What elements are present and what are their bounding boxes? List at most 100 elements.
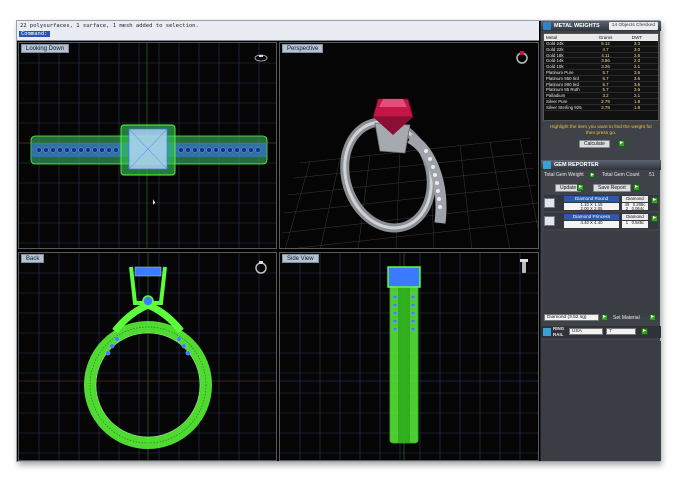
ring-region-select[interactable]: USA [569,328,603,335]
metal-grams: 5.7 [602,69,609,75]
command-history: 22 polysurfaces, 1 surface, 1 mesh added… [20,23,199,29]
gem-row[interactable]: Diamond Princess 4.40 X 4.40 Diamond 1 0… [544,213,658,229]
total-gem-weight-label: Total Gem Weight [544,172,584,178]
top-view-canvas[interactable] [19,43,277,249]
ring-render [340,98,447,233]
metal-hint-text: Highlight the item you want to find the … [549,125,653,136]
ring-icon [543,328,551,336]
command-prompt[interactable]: Command: [19,31,50,37]
metal-weights-header[interactable]: METAL WEIGHTS 14 Objects Checked [541,21,661,31]
metal-table-body: Gold 24k 5.12 3.3 Gold 22k 4.7 3.0 Gold 18k 4.1… [544,41,658,111]
viewport-title-back[interactable]: Back [21,254,45,263]
metal-grams: 4.11 [601,52,610,58]
metal-dwt: 3.6 [633,69,641,75]
total-weight-go[interactable] [589,171,595,178]
calculate-go-button[interactable] [618,139,625,147]
viewport-title-side[interactable]: Side View [282,254,319,263]
scale-icon [543,22,551,30]
gem-go-button[interactable] [651,214,658,222]
ring-top-wireframe [30,124,268,176]
total-gem-count-label: Total Gem Count [602,172,640,178]
save-report-go-button[interactable] [633,183,640,191]
gem-thumbnail-princess [544,216,555,226]
viewport-title-perspective[interactable]: Perspective [282,44,324,53]
view-icon-perspective [516,51,528,64]
material-select-go[interactable] [601,313,608,321]
update-go-button[interactable] [577,183,584,191]
gem-row[interactable]: Diamond Round 1.10 X 1.15 2.00 X 2.05 Di… [544,195,658,211]
set-material-button[interactable] [649,313,656,321]
ring-size-select[interactable]: 7 [606,328,636,335]
metal-name: Gold 14k [546,58,564,64]
metal-grams: 5.7 [602,81,609,87]
metal-name: Platinum 950 Iird [546,75,579,81]
metal-grams: 2.78 [601,104,610,110]
viewport-title-top[interactable]: Looking Down [21,44,70,53]
gem-size: 4.40 X 4.40 [564,220,619,228]
metal-name: Palladium [546,93,566,99]
view-icon-top [254,54,268,62]
metal-dwt: 3.3 [633,41,641,46]
metal-grams: 5.12 [601,41,610,46]
metal-weights-table[interactable]: Metal Grams DWT Gold 24k 5.12 3.3 Gold 22k 4… [543,33,659,121]
calculate-button[interactable]: Calculate [579,140,610,148]
gem-thumbnail-round [544,198,555,208]
metal-row[interactable]: Silver Sterling 925 2.78 1.8 [544,105,658,111]
metal-grams: 3.56 [601,58,610,64]
perspective-grid [281,137,538,248]
col-metal: Metal [546,35,558,40]
gem-qty: 1 0.545c [622,220,648,228]
back-view-canvas[interactable] [19,253,277,461]
metal-grams: 5.7 [602,87,609,93]
metal-name: Platinum 95 Ruth [546,87,580,93]
metal-dwt: 2.1 [633,64,641,70]
metal-name: Platinum Pure [546,69,574,75]
rail-label: RAIL [553,332,564,337]
metal-dwt: 3.6 [633,75,641,81]
metal-dwt: 2.3 [633,58,641,64]
metal-table-header: Metal Grams DWT [544,34,658,41]
viewport-perspective[interactable]: Perspective [279,42,539,249]
side-view-canvas[interactable] [280,253,539,461]
col-grams: Grams [598,35,613,40]
ring-side-wireframe [387,266,421,444]
total-gem-count-value: 51 [649,172,655,178]
metal-grams: 2.79 [601,98,610,104]
col-dwt: DWT [631,35,643,40]
ring-label: RING [553,326,565,331]
viewport-top[interactable]: Looking Down [18,42,277,249]
view-icon-back [255,261,267,274]
material-select[interactable]: Diamond (3.52 sg) [544,314,599,321]
metal-grams: 3.2 [602,93,609,99]
objects-checked-badge: 14 Objects Checked [608,22,658,30]
metal-dwt: 1.8 [633,98,641,104]
command-area: 22 polysurfaces, 1 surface, 1 mesh added… [17,21,539,41]
metal-grams: 4.7 [602,46,609,52]
metal-name: Silver Pure [546,98,568,104]
metal-dwt: 3.6 [633,81,641,87]
metal-name: Silver Sterling 925 [546,104,582,110]
metal-name: Gold 18k [546,52,564,58]
side-panel: METAL WEIGHTS 14 Objects Checked Metal G… [540,21,661,461]
gem-size: 1.10 X 1.15 2.00 X 2.05 [564,202,619,210]
ring-size-bar: RING RAIL USA 7 [541,326,661,338]
ring-size-go[interactable] [641,327,648,335]
cad-window: 22 polysurfaces, 1 surface, 1 mesh added… [16,20,661,462]
gem-icon [543,161,551,169]
cursor-icon [152,199,158,207]
perspective-view-canvas[interactable] [280,43,539,249]
gem-go-button[interactable] [651,196,658,204]
metal-dwt: 1.8 [633,104,641,110]
metal-dwt: 2.1 [633,93,641,99]
save-report-button[interactable]: Save Report [593,184,631,192]
metal-name: Platinum 900 Iird [546,81,579,87]
gem-list-area[interactable] [543,231,659,317]
view-icon-side [520,259,528,273]
metal-grams: 3.26 [601,64,610,70]
metal-weights-title: METAL WEIGHTS [554,23,600,29]
metal-name: Gold 10k [546,64,564,70]
metal-name: Gold 22k [546,46,564,52]
viewport-back[interactable]: Back [18,252,277,461]
viewport-side[interactable]: Side View [279,252,539,461]
gem-reporter-header[interactable]: GEM REPORTER [541,160,661,170]
